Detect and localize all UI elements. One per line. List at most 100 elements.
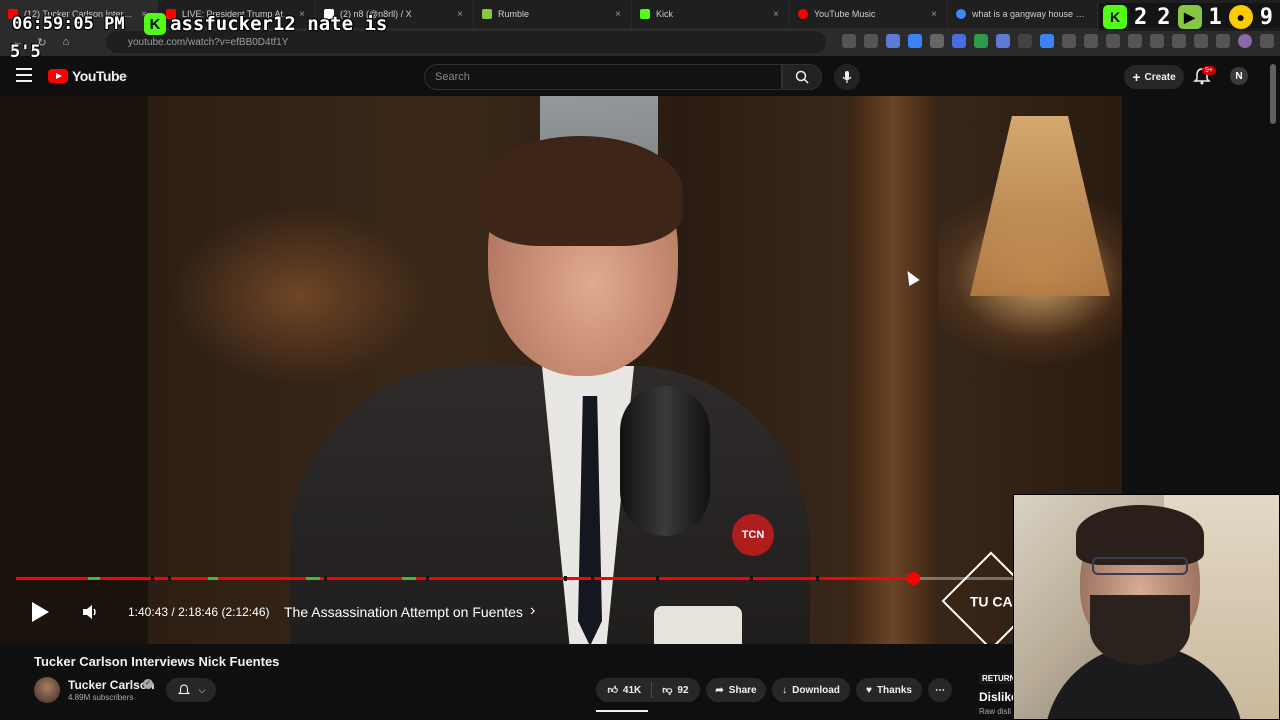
verified-check-icon: ✓ (143, 679, 153, 689)
screen: (12) Tucker Carlson Interviews × LIVE: P… (0, 0, 1280, 720)
extensions-puzzle-icon[interactable] (1194, 34, 1208, 48)
extension-icon[interactable] (1018, 34, 1032, 48)
tab-label: YouTube Music (814, 9, 876, 19)
progress-bar[interactable] (16, 572, 1016, 585)
dislike-count[interactable]: 92 (677, 685, 688, 696)
video-microphone (620, 386, 710, 536)
kick-icon: K (144, 13, 166, 35)
close-tab-icon[interactable]: × (615, 9, 621, 20)
share-button[interactable]: ➦ Share (706, 678, 766, 702)
thanks-label: Thanks (876, 684, 912, 696)
bell-icon (177, 684, 190, 695)
video-speaker-hair (478, 136, 683, 246)
video-player[interactable]: TCN TU CA (0, 96, 1122, 644)
browser-tab[interactable]: YouTube Music × (790, 0, 948, 28)
more-actions-button[interactable]: ⋯ (928, 678, 952, 702)
like-ratio-bar (596, 710, 648, 712)
create-label: Create (1144, 71, 1176, 83)
channel-name[interactable]: Tucker Carlson (68, 678, 154, 692)
video-wood-pillar (848, 96, 938, 644)
youtube-play-icon (48, 69, 68, 83)
extension-icon[interactable] (996, 34, 1010, 48)
volume-icon[interactable] (82, 603, 98, 621)
microphone-icon (842, 71, 852, 83)
search-icon (795, 70, 809, 84)
chapter-marker (750, 576, 753, 581)
create-button[interactable]: + Create (1124, 65, 1184, 89)
chapter-marker (816, 576, 819, 581)
extension-icon[interactable] (1062, 34, 1076, 48)
extension-icon[interactable] (886, 34, 900, 48)
like-count[interactable]: 41K (623, 685, 641, 696)
video-lamp (970, 116, 1110, 296)
dislike-extension-subtitle: Raw disli (979, 707, 1012, 716)
search-placeholder: Search (435, 71, 470, 83)
extension-icon[interactable] (974, 34, 988, 48)
extension-icon[interactable] (952, 34, 966, 48)
hamburger-menu-icon[interactable] (16, 68, 32, 82)
extension-icon[interactable] (1128, 34, 1142, 48)
star-icon[interactable] (864, 34, 878, 48)
time-total: 2:18:46 (178, 605, 219, 619)
search-button[interactable] (782, 64, 822, 90)
youtube-masthead: YouTube Search + Create 9+ N (0, 56, 1280, 96)
rumble-favicon-icon (482, 9, 492, 19)
history-icon[interactable] (1106, 34, 1120, 48)
thanks-button[interactable]: ♥ Thanks (856, 678, 922, 702)
thumbs-down-icon[interactable]: 👎︎ (662, 684, 672, 696)
download-button[interactable]: ↓ Download (772, 678, 850, 702)
install-icon[interactable] (842, 34, 856, 48)
rumble-icon: ▶ (1177, 5, 1202, 29)
viewer-count: 9 (1259, 4, 1273, 30)
extension-icon[interactable] (1040, 34, 1054, 48)
chapter-marker (324, 576, 327, 581)
youtube-music-favicon-icon (798, 9, 808, 19)
code-icon[interactable] (1150, 34, 1164, 48)
thumbs-up-icon[interactable]: 👍︎ (607, 684, 617, 696)
chevron-down-icon: ⌵ (198, 684, 206, 695)
chevron-right-icon[interactable]: › (530, 602, 535, 620)
voice-search-button[interactable] (834, 64, 860, 90)
stream-chat-message: assfucker12 nate is (170, 13, 387, 35)
time-current: 1:40:43 (128, 605, 169, 619)
mic-brand-logo: TCN (732, 514, 774, 556)
youtube-logo[interactable]: YouTube (48, 68, 127, 84)
sidebar-icon[interactable] (1172, 34, 1186, 48)
tab-label: Rumble (498, 9, 530, 19)
like-dislike-group: 👍︎ 41K 👎︎ 92 (596, 678, 700, 702)
close-tab-icon[interactable]: × (931, 9, 937, 20)
account-initial: N (1235, 70, 1243, 82)
chapter-marker (426, 576, 429, 581)
plus-icon: + (1132, 69, 1141, 85)
extension-icon[interactable] (1084, 34, 1098, 48)
chapter-marker (151, 576, 154, 581)
progress-scrubber[interactable] (907, 572, 920, 585)
share-label: Share (728, 684, 757, 696)
extension-icon[interactable] (930, 34, 944, 48)
channel-avatar[interactable] (34, 677, 60, 703)
chapter-marker (168, 576, 171, 581)
browser-tab[interactable]: Rumble × (474, 0, 632, 28)
dislike-extension-title: Dislike (979, 690, 1018, 704)
menu-icon[interactable] (1260, 34, 1274, 48)
downloads-icon[interactable] (1216, 34, 1230, 48)
browser-tab[interactable]: what is a gangway house - Go (948, 0, 1098, 28)
account-avatar[interactable]: N (1230, 67, 1248, 85)
rumble-count: 1 (1208, 4, 1222, 30)
extension-icon[interactable] (908, 34, 922, 48)
page-scrollbar[interactable] (1270, 64, 1276, 124)
chapter-marker (656, 576, 659, 581)
profile-icon[interactable] (1238, 34, 1252, 48)
progress-segment (208, 577, 218, 580)
subscriber-count: 4.89M subscribers (68, 693, 134, 702)
close-tab-icon[interactable]: × (773, 9, 779, 20)
chapter-title[interactable]: The Assassination Attempt on Fuentes (284, 604, 523, 620)
play-icon[interactable] (32, 602, 49, 622)
webcam-hair (1076, 505, 1204, 565)
divider (651, 682, 653, 698)
search-input[interactable]: Search (424, 64, 782, 90)
close-tab-icon[interactable]: × (457, 9, 463, 20)
subscribed-notifications-button[interactable]: ⌵ (166, 678, 216, 702)
browser-tab[interactable]: Kick × (632, 0, 790, 28)
chapter-marker (591, 576, 594, 581)
